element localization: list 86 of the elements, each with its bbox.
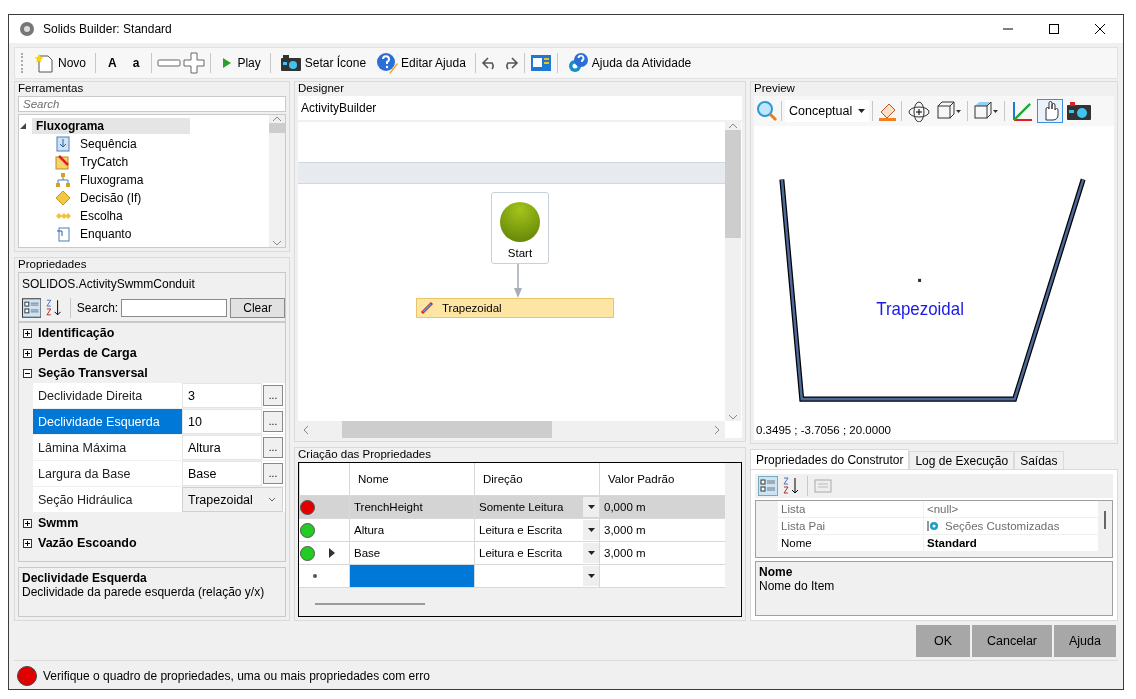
property-value[interactable]: 3	[182, 383, 262, 408]
table-cell: Base	[349, 542, 474, 564]
dialog-button[interactable]: Cancelar	[972, 625, 1052, 657]
search-field[interactable]: Search	[18, 96, 286, 112]
property-name[interactable]: Declividade Direita	[33, 383, 182, 408]
property-value[interactable]: <null>	[923, 501, 1098, 517]
table-cell: 0,000 m	[599, 496, 725, 518]
property-name[interactable]: Largura da Base	[33, 461, 182, 486]
tab[interactable]: Saídas	[1014, 451, 1064, 469]
panel-title: Designer	[298, 82, 345, 96]
table-row[interactable]: Altura Leitura e Escrita 3,000 m	[299, 519, 725, 542]
property-name[interactable]: Lista	[778, 501, 923, 517]
description-title: Declividade Esquerda	[22, 571, 148, 585]
tree-item[interactable]: Escolha	[76, 208, 127, 224]
edit-help-button[interactable]: Editar Ajuda	[372, 51, 470, 75]
description-text: Declividade da parede esquerda (relação y/x)	[22, 585, 266, 599]
breadcrumb[interactable]: ActivityBuilder	[298, 96, 742, 120]
category-label[interactable]: Identificação	[38, 326, 115, 340]
direction-dropdown[interactable]: Somente Leitura	[474, 496, 599, 518]
ellipsis-button[interactable]: ...	[263, 437, 283, 458]
window-title: Solids Builder: Standard	[43, 22, 173, 36]
object-name: SOLIDOS.ActivitySwmmConduit	[18, 272, 286, 295]
table-row[interactable]: Base Leitura e Escrita 3,000 m	[299, 542, 725, 565]
table-row[interactable]: TrenchHeight Somente Leitura 0,000 m	[299, 496, 725, 519]
coordinates: 0.3495 ; -3.7056 ; 20.0000	[756, 424, 891, 436]
description-title: Nome	[759, 565, 794, 579]
play-button[interactable]: Play	[216, 51, 265, 75]
table-cell: 3,000 m	[599, 519, 725, 541]
table-cell: Altura	[349, 519, 474, 541]
property-value[interactable]: Base	[182, 461, 262, 486]
property-name[interactable]: Seção Hidráulica	[33, 487, 182, 512]
set-icon-button[interactable]: Setar Ícone	[275, 51, 371, 75]
direction-dropdown[interactable]: Leitura e Escrita	[474, 542, 599, 564]
tree-item[interactable]: Decisão (If)	[76, 190, 146, 206]
property-value[interactable]: Seções Customizadas	[923, 518, 1098, 534]
property-name[interactable]: Lista Pai	[778, 518, 923, 534]
activity-label: Trapezoidal	[442, 302, 502, 314]
tab[interactable]: Propriedades do Construtor	[750, 449, 910, 469]
direction-value: Leitura e Escrita	[479, 524, 563, 536]
tree-item[interactable]: Fluxograma	[76, 172, 148, 188]
tree-item[interactable]: Sequência	[76, 136, 141, 152]
category-label[interactable]: Seção Transversal	[38, 366, 148, 380]
panel-title: Preview	[754, 82, 795, 96]
column-header[interactable]: Valor Padrão	[599, 463, 725, 495]
description-text: Nome do Item	[759, 579, 836, 593]
direction-value: Leitura e Escrita	[479, 547, 563, 559]
status-message: Verifique o quadro de propriedades, uma ou mais propriedades com erro	[43, 669, 430, 683]
activity-help-button[interactable]: Ajuda da Atividade	[562, 51, 696, 75]
search-label: Search:	[76, 301, 119, 315]
panel-title: Propriedades	[18, 258, 87, 272]
property-name[interactable]: Lâmina Máxima	[33, 435, 182, 460]
table-cell: 3,000 m	[599, 542, 725, 564]
tree-item[interactable]: Fluxograma	[32, 118, 190, 134]
direction-dropdown[interactable]: Leitura e Escrita	[474, 519, 599, 541]
tree-item[interactable]: TryCatch	[76, 154, 133, 170]
table-cell: TrenchHeight	[349, 496, 474, 518]
property-dropdown[interactable]: Trapezoidal	[182, 487, 283, 512]
activity-node[interactable]: Trapezoidal	[416, 298, 614, 318]
category-label[interactable]: Perdas de Carga	[38, 346, 137, 360]
property-name[interactable]: Declividade Esquerda	[33, 409, 182, 434]
new-button[interactable]: Novo	[31, 51, 90, 75]
category-label[interactable]: Swmm	[38, 516, 79, 530]
start-label: Start	[507, 247, 533, 259]
property-value[interactable]: Altura	[182, 435, 262, 460]
ellipsis-button[interactable]: ...	[263, 385, 283, 406]
property-value[interactable]: 10	[182, 409, 262, 434]
direction-value: Somente Leitura	[479, 501, 564, 513]
ellipsis-button[interactable]: ...	[263, 463, 283, 484]
view-mode-dropdown[interactable]: Conceptual	[785, 100, 869, 122]
property-name[interactable]: Nome	[778, 535, 923, 551]
dialog-button[interactable]: OK	[916, 625, 970, 657]
tab[interactable]: Log de Execução	[909, 451, 1015, 469]
dialog-button[interactable]: Ajuda	[1054, 625, 1116, 657]
bold-font-button[interactable]: A	[101, 51, 124, 75]
column-header[interactable]: Nome	[349, 463, 474, 495]
property-value[interactable]: Standard	[923, 535, 1098, 551]
panel-title: Ferramentas	[18, 82, 84, 96]
start-node[interactable]: Start	[491, 192, 549, 264]
panel-title: Criação das Propriedades	[298, 448, 431, 462]
column-header[interactable]: Direção	[474, 463, 599, 495]
tree-item[interactable]: Enquanto	[76, 226, 136, 242]
ellipsis-button[interactable]: ...	[263, 411, 283, 432]
category-label[interactable]: Vazão Escoando	[38, 536, 137, 550]
shape-label: Trapezoidal	[876, 299, 964, 320]
small-font-button[interactable]: a	[125, 51, 147, 75]
clear-button[interactable]: Clear	[230, 298, 285, 318]
